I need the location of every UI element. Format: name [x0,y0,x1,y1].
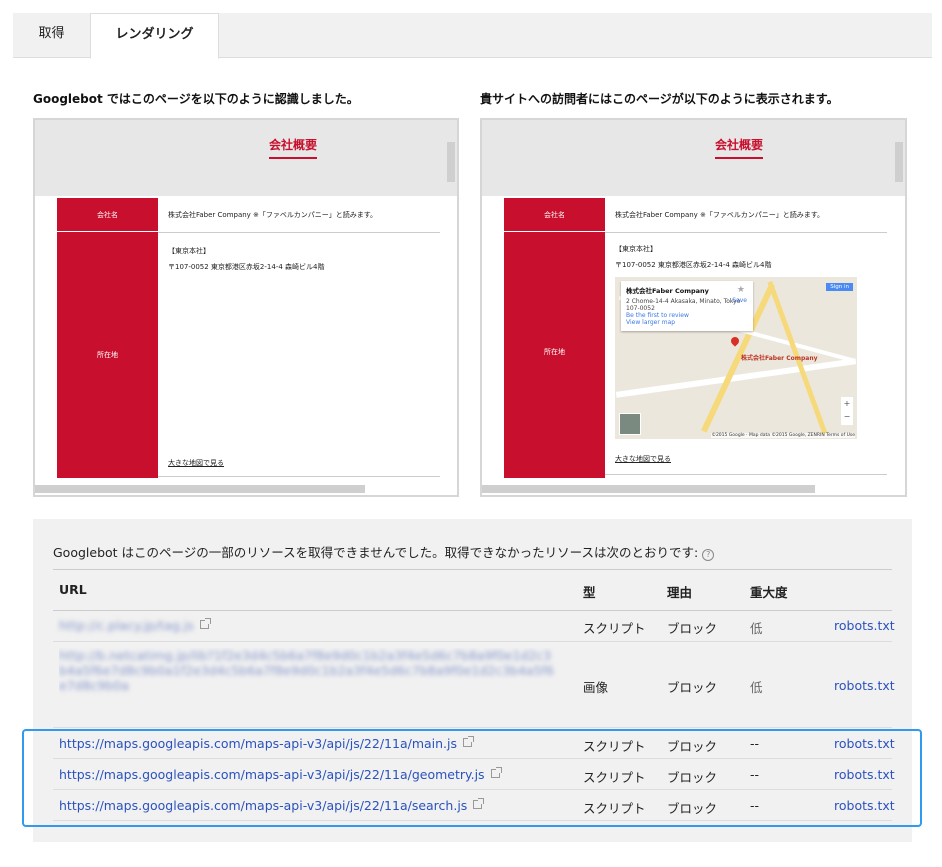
severity-cell: -- [750,798,760,813]
robots-txt-link[interactable]: robots.txt [834,798,895,813]
reason-cell: ブロック [667,801,718,816]
col-type: 型 [583,585,596,600]
message-text: Googlebot はこのページの一部のリソースを取得できませんでした。取得でき… [53,545,699,560]
blocked-resources-panel: Googlebot はこのページの一部のリソースを取得できませんでした。取得でき… [33,519,912,842]
reason-cell: ブロック [667,739,718,754]
blocked-resources-message: Googlebot はこのページの一部のリソースを取得できませんでした。取得でき… [53,542,715,561]
table-row: http://b.netcatimg.jp/lib?1f2e3d4c5b6a7f… [53,642,895,728]
robots-txt-link[interactable]: robots.txt [834,618,895,633]
office-label: 【東京本社】 [168,247,210,255]
severity-cell: 低 [750,621,763,636]
url-cell: http://b.netcatimg.jp/lib?1f2e3d4c5b6a7f… [59,648,559,720]
divider [158,476,440,477]
type-cell: 画像 [583,680,609,695]
map-zoom-control[interactable]: + − [841,397,853,425]
address-text: 〒107-0052 東京都港区赤坂2-14-4 森崎ビル4階 [168,263,325,271]
map-copyright: ©2015 Google · Map data ©2015 Google, ZE… [711,433,855,438]
url-cell: https://maps.googleapis.com/maps-api-v3/… [59,767,502,782]
col-reason: 理由 [667,585,693,600]
map-card-review[interactable]: Be the first to review [626,312,748,319]
col-severity: 重大度 [750,585,788,600]
satellite-thumbnail[interactable] [619,413,641,435]
help-icon[interactable]: ? [702,549,715,561]
larger-map-link[interactable]: 大きな地図で見る [615,454,671,464]
preview-heading: 会社概要 [269,136,318,159]
map-card-title: 株式会社Faber Company [626,287,709,295]
company-label: 会社名 [57,198,158,232]
resources-table: URL 型 理由 重大度 http://c.placy.jp/tag.js スク… [53,569,895,821]
label-column: 会社名 所在地 [57,198,158,478]
map-save[interactable]: Save [732,297,747,304]
external-link-icon[interactable] [490,767,502,778]
vertical-scrollbar[interactable] [895,142,903,182]
map-signin-button[interactable]: Sign in [826,283,853,291]
reason-cell: ブロック [667,680,718,695]
resource-url-link[interactable]: http://b.netcatimg.jp/lib?1f2e3d4c5b6a7f… [59,648,554,693]
divider [605,474,887,475]
company-value: 株式会社Faber Company ※「ファベルカンパニー」と読みます。 [615,211,825,219]
google-map[interactable]: 株式会社Faber Company 2 Chome-14-4 Akasaka, … [615,277,857,439]
tab-fetch[interactable]: 取得 [13,13,90,58]
map-card-address: 2 Chome-14-4 Akasaka, Minato, Tokyo 107-… [626,298,741,312]
robots-txt-link[interactable]: robots.txt [834,736,895,751]
type-cell: スクリプト [583,739,646,754]
office-label: 【東京本社】 [615,245,657,253]
col-url: URL [59,582,87,597]
visitor-view-title: 貴サイトへの訪問者にはこのページが以下のように表示されます。 [480,92,839,106]
vertical-scrollbar[interactable] [447,142,455,182]
horizontal-scrollbar[interactable] [35,485,365,493]
larger-map-link[interactable]: 大きな地図で見る [168,458,224,468]
external-link-icon[interactable] [463,736,475,747]
tab-bar: 取得 レンダリング [13,13,932,59]
resource-url-link[interactable]: http://c.placy.jp/tag.js [59,618,194,633]
address-text: 〒107-0052 東京都港区赤坂2-14-4 森崎ビル4階 [615,261,772,269]
table-row: https://maps.googleapis.com/maps-api-v3/… [53,759,895,790]
table-row: https://maps.googleapis.com/maps-api-v3/… [53,790,895,821]
horizontal-scrollbar[interactable] [482,485,815,493]
company-value: 株式会社Faber Company ※「ファベルカンパニー」と読みます。 [168,211,378,219]
severity-cell: -- [750,767,760,782]
zoom-in-icon[interactable]: + [841,397,853,410]
resource-url-link[interactable]: https://maps.googleapis.com/maps-api-v3/… [59,736,457,751]
table-header: URL 型 理由 重大度 [53,569,892,611]
visitor-preview[interactable]: 会社概要 会社名 所在地 株式会社Faber Company ※「ファベルカンパ… [480,118,907,497]
type-cell: スクリプト [583,621,646,636]
map-info-card: 株式会社Faber Company 2 Chome-14-4 Akasaka, … [621,281,753,331]
type-cell: スクリプト [583,801,646,816]
external-link-icon[interactable] [199,618,211,629]
map-pin-label: 株式会社Faber Company [741,355,818,362]
googlebot-preview[interactable]: 会社概要 会社名 所在地 株式会社Faber Company ※「ファベルカンパ… [33,118,459,497]
divider [605,232,887,233]
star-icon[interactable]: ★ [737,285,745,295]
url-cell: https://maps.googleapis.com/maps-api-v3/… [59,736,475,751]
type-cell: スクリプト [583,770,646,785]
reason-cell: ブロック [667,621,718,636]
company-label: 会社名 [504,198,605,232]
preview-heading: 会社概要 [715,136,764,159]
label-column: 会社名 所在地 [504,198,605,478]
map-card-larger[interactable]: View larger map [626,319,748,326]
divider [158,232,440,233]
robots-txt-link[interactable]: robots.txt [834,678,895,693]
address-label: 所在地 [97,351,118,359]
url-cell: http://c.placy.jp/tag.js [59,618,211,633]
table-row: http://c.placy.jp/tag.js スクリプト ブロック 低 ro… [53,611,895,642]
resource-url-link[interactable]: https://maps.googleapis.com/maps-api-v3/… [59,767,485,782]
severity-cell: -- [750,736,760,751]
external-link-icon[interactable] [473,798,485,809]
map-pin-icon[interactable] [729,335,741,347]
severity-cell: 低 [750,680,763,695]
googlebot-view-title: Googlebot ではこのページを以下のように認識しました。 [33,92,359,106]
table-row: https://maps.googleapis.com/maps-api-v3/… [53,728,895,759]
resource-url-link[interactable]: https://maps.googleapis.com/maps-api-v3/… [59,798,467,813]
tab-rendering[interactable]: レンダリング [90,13,219,59]
preview-header [482,120,905,196]
robots-txt-link[interactable]: robots.txt [834,767,895,782]
reason-cell: ブロック [667,770,718,785]
address-label: 所在地 [544,348,565,356]
preview-header [35,120,457,196]
url-cell: https://maps.googleapis.com/maps-api-v3/… [59,798,485,813]
zoom-out-icon[interactable]: − [841,410,853,423]
